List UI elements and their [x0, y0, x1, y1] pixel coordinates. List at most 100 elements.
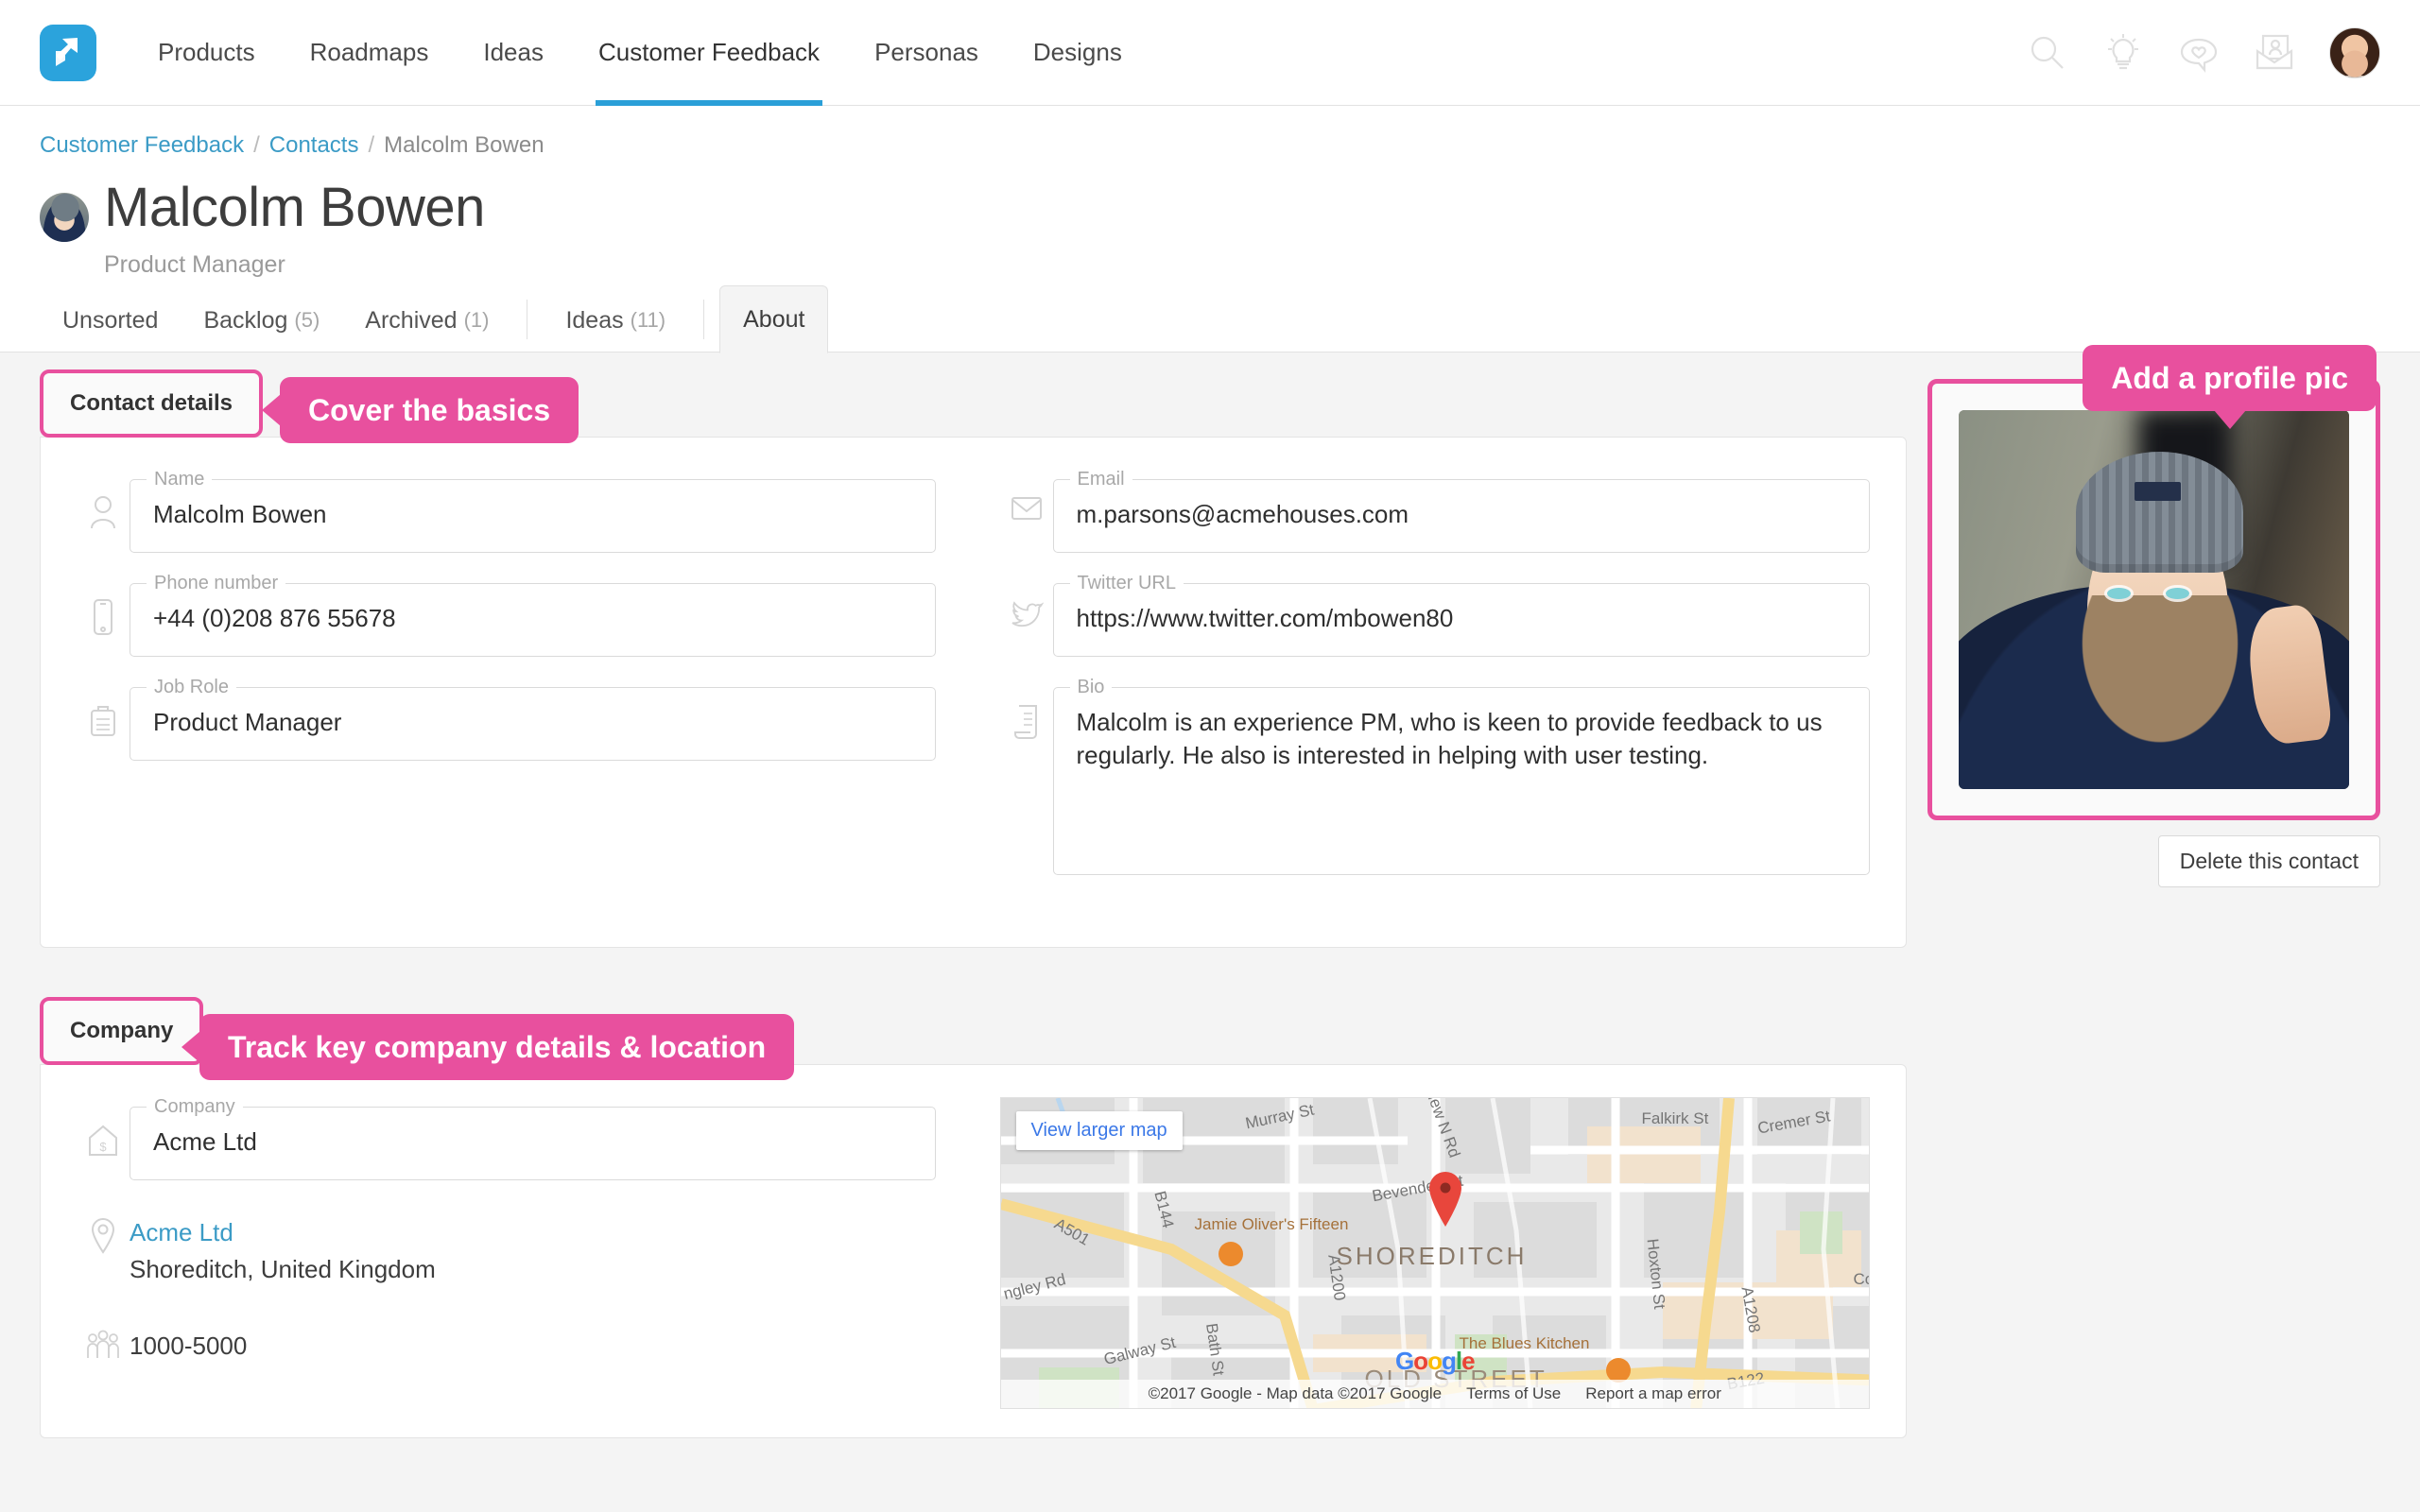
envelope-icon	[1000, 470, 1053, 523]
page-header: Customer Feedback / Contacts / Malcolm B…	[0, 106, 2420, 279]
rocket-arrow-logo-icon	[40, 25, 96, 81]
page-content: Cover the basics Add a profile pic Track…	[0, 352, 2420, 1505]
breadcrumb: Customer Feedback / Contacts / Malcolm B…	[40, 132, 2380, 159]
company-location-map[interactable]: Murray St New N Rd Falkirk St Cremer St …	[1000, 1097, 1871, 1409]
delete-contact-wrapper: Delete this contact	[1927, 835, 2380, 887]
profile-photo-image	[1959, 410, 2349, 789]
nav-item-roadmaps[interactable]: Roadmaps	[283, 0, 457, 106]
nav-right-actions	[2027, 27, 2380, 78]
title-row: Malcolm Bowen	[40, 180, 2380, 242]
map-pin-icon	[77, 1214, 130, 1256]
company-address: Shoreditch, United Kingdom	[130, 1255, 436, 1283]
email-field-value[interactable]: m.parsons@acmehouses.com	[1054, 489, 1870, 552]
name-field-label: Name	[147, 470, 212, 489]
app-logo[interactable]	[40, 25, 96, 81]
contact-avatar	[40, 193, 89, 242]
company-field-label: Company	[147, 1097, 243, 1116]
nav-item-designs[interactable]: Designs	[1006, 0, 1150, 106]
twitter-field-value[interactable]: https://www.twitter.com/mbowen80	[1054, 593, 1870, 656]
map-report-error-link[interactable]: Report a map error	[1585, 1384, 1721, 1403]
tab-count: (5)	[294, 308, 320, 333]
tab-label: Unsorted	[62, 307, 158, 335]
company-details: $ Company Acme Ltd	[77, 1097, 974, 1409]
job-role-field-value[interactable]: Product Manager	[130, 696, 935, 760]
svg-text:$: $	[99, 1140, 107, 1154]
photo-beanie	[2076, 452, 2244, 573]
company-body: $ Company Acme Ltd	[41, 1065, 1906, 1437]
phone-field-label: Phone number	[147, 574, 285, 593]
map-copyright: ©2017 Google - Map data ©2017 Google	[1149, 1384, 1442, 1403]
company-field[interactable]: Company Acme Ltd	[130, 1097, 936, 1180]
speech-bubble-heart-icon[interactable]	[2178, 32, 2220, 74]
contact-details-section-header: Contact details	[40, 369, 263, 438]
company-employees-value: 1000-5000	[130, 1328, 247, 1365]
breadcrumb-item-customer-feedback[interactable]: Customer Feedback	[40, 132, 244, 159]
callout-add-profile-pic: Add a profile pic	[2083, 345, 2377, 411]
people-group-icon	[77, 1328, 130, 1362]
job-role-field-label: Job Role	[147, 678, 236, 696]
nav-item-ideas[interactable]: Ideas	[456, 0, 571, 106]
field-row-email: Email m.parsons@acmehouses.com	[1000, 470, 1871, 553]
field-row-job-role: Job Role Product Manager	[77, 678, 936, 761]
search-icon[interactable]	[2027, 32, 2068, 74]
tab-label: Archived	[365, 307, 457, 335]
tab-backlog[interactable]: Backlog (5)	[181, 288, 342, 352]
company-employees-row: 1000-5000	[77, 1328, 936, 1365]
bio-field-label: Bio	[1070, 678, 1113, 696]
contact-avatar-image	[40, 193, 89, 242]
document-icon	[1000, 678, 1053, 742]
map-terms-of-use-link[interactable]: Terms of Use	[1466, 1384, 1561, 1403]
tab-label: Ideas	[565, 307, 623, 335]
lightbulb-icon[interactable]	[2102, 32, 2144, 74]
twitter-bird-icon	[1000, 574, 1053, 630]
tab-about[interactable]: About	[719, 285, 828, 353]
profile-picture-panel[interactable]	[1927, 379, 2380, 820]
google-logo: Google	[1395, 1347, 1475, 1376]
map-attribution: ©2017 Google - Map data ©2017 Google Ter…	[1001, 1380, 1870, 1408]
bio-field-value[interactable]: Malcolm is an experience PM, who is keen…	[1054, 696, 1870, 874]
nav-item-products[interactable]: Products	[130, 0, 283, 106]
envelope-person-icon[interactable]	[2254, 32, 2295, 74]
photo-beard	[2072, 595, 2248, 754]
tab-count: (11)	[631, 308, 666, 333]
twitter-field[interactable]: Twitter URL https://www.twitter.com/mbow…	[1053, 574, 1871, 657]
company-card: $ Company Acme Ltd	[40, 1064, 1907, 1438]
name-field-value[interactable]: Malcolm Bowen	[130, 489, 935, 552]
contact-details-card: Name Malcolm Bowen Phone number +44 (0)2…	[40, 437, 1907, 948]
top-navigation-bar: Products Roadmaps Ideas Customer Feedbac…	[0, 0, 2420, 106]
bio-field[interactable]: Bio Malcolm is an experience PM, who is …	[1053, 678, 1871, 875]
contact-tabs: Unsorted Backlog (5) Archived (1) Ideas …	[0, 279, 2420, 352]
account-avatar[interactable]	[2329, 27, 2380, 78]
company-field-value[interactable]: Acme Ltd	[130, 1116, 935, 1179]
breadcrumb-item-current: Malcolm Bowen	[384, 132, 544, 159]
profile-picture[interactable]	[1959, 410, 2349, 789]
callout-cover-the-basics: Cover the basics	[280, 377, 579, 443]
company-map-column: Murray St New N Rd Falkirk St Cremer St …	[974, 1097, 1871, 1409]
job-role-field[interactable]: Job Role Product Manager	[130, 678, 936, 761]
nav-item-customer-feedback[interactable]: Customer Feedback	[571, 0, 847, 106]
tab-ideas[interactable]: Ideas (11)	[543, 288, 688, 352]
field-row-company: $ Company Acme Ltd	[77, 1097, 936, 1180]
nav-item-personas[interactable]: Personas	[847, 0, 1006, 106]
house-dollar-icon: $	[77, 1097, 130, 1160]
tab-label: About	[743, 306, 804, 334]
field-row-name: Name Malcolm Bowen	[77, 470, 936, 553]
tab-count: (1)	[464, 308, 490, 333]
field-row-twitter: Twitter URL https://www.twitter.com/mbow…	[1000, 574, 1871, 657]
breadcrumb-item-contacts[interactable]: Contacts	[269, 132, 359, 159]
phone-field-value[interactable]: +44 (0)208 876 55678	[130, 593, 935, 656]
side-column: Delete this contact	[1907, 352, 2380, 1438]
company-location-link[interactable]: Acme Ltd	[130, 1218, 233, 1246]
delete-contact-button[interactable]: Delete this contact	[2158, 835, 2380, 887]
phone-field[interactable]: Phone number +44 (0)208 876 55678	[130, 574, 936, 657]
person-icon	[77, 470, 130, 530]
view-larger-map-button[interactable]: View larger map	[1016, 1111, 1183, 1150]
briefcase-icon	[77, 678, 130, 738]
name-field[interactable]: Name Malcolm Bowen	[130, 470, 936, 553]
tab-archived[interactable]: Archived (1)	[342, 288, 511, 352]
tab-unsorted[interactable]: Unsorted	[40, 288, 181, 352]
company-location-row: Acme Ltd Shoreditch, United Kingdom	[77, 1214, 936, 1288]
contact-fields-left: Name Malcolm Bowen Phone number +44 (0)2…	[77, 470, 974, 896]
twitter-field-label: Twitter URL	[1070, 574, 1184, 593]
email-field[interactable]: Email m.parsons@acmehouses.com	[1053, 470, 1871, 553]
